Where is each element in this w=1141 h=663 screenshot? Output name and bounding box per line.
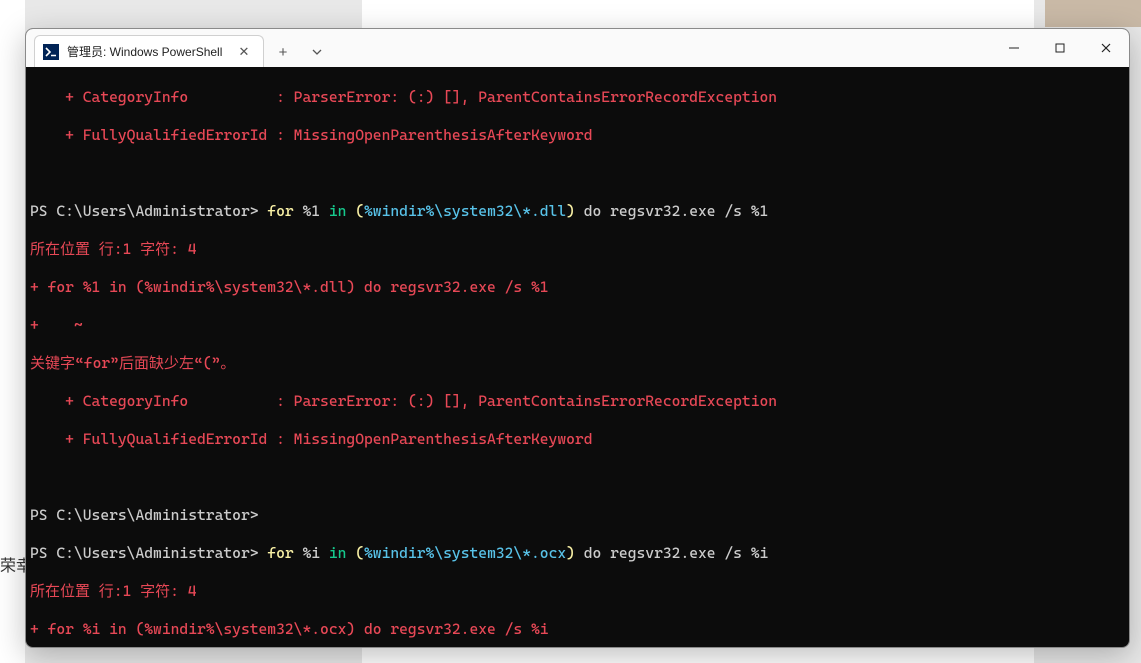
minimize-button[interactable] [991, 29, 1037, 67]
cmd-tail: do regsvr32.exe /s %i [575, 544, 768, 562]
background-right-stripe [1045, 0, 1141, 27]
close-button[interactable] [1083, 29, 1129, 67]
error-message: 关键字“for”后面缺少左“(”。 [30, 354, 235, 372]
paren-close: ) [566, 544, 575, 562]
op-in: in [329, 202, 355, 220]
path: %windir%\system32\*.dll [364, 202, 566, 220]
path: %windir%\system32\*.ocx [364, 544, 566, 562]
keyword-for: for [267, 544, 293, 562]
tab-powershell[interactable]: 管理员: Windows PowerShell ✕ [34, 35, 264, 67]
error-fqeid: + FullyQualifiedErrorId : MissingOpenPar… [30, 126, 593, 144]
titlebar: 管理员: Windows PowerShell ✕ + [26, 29, 1129, 67]
powershell-icon [43, 44, 59, 60]
blank-line [30, 164, 1125, 183]
error-echo: + for %i in (%windir%\system32\*.ocx) do… [30, 620, 549, 638]
error-category: + CategoryInfo : ParserError: (:) [], Pa… [30, 392, 777, 410]
error-echo: + for %1 in (%windir%\system32\*.dll) do… [30, 278, 549, 296]
keyword-for: for [267, 202, 293, 220]
paren-close: ) [566, 202, 575, 220]
error-fqeid: + FullyQualifiedErrorId : MissingOpenPar… [30, 430, 593, 448]
error-category: + CategoryInfo : ParserError: (:) [], Pa… [30, 88, 777, 106]
arg: %i [294, 544, 329, 562]
terminal-body[interactable]: + CategoryInfo : ParserError: (:) [], Pa… [26, 67, 1129, 647]
tab-dropdown-button[interactable] [302, 37, 332, 67]
op-in: in [329, 544, 355, 562]
blank-line [30, 468, 1125, 487]
prompt: PS C:\Users\Administrator> [30, 506, 259, 524]
prompt: PS C:\Users\Administrator> [30, 544, 259, 562]
tab-title: 管理员: Windows PowerShell [67, 43, 222, 60]
paren-open: ( [355, 544, 364, 562]
prompt: PS C:\Users\Administrator> [30, 202, 259, 220]
error-location: 所在位置 行:1 字符: 4 [30, 240, 197, 258]
tab-close-button[interactable]: ✕ [235, 43, 253, 61]
cmd-tail: do regsvr32.exe /s %1 [575, 202, 768, 220]
arg: %1 [294, 202, 329, 220]
window-controls [991, 29, 1129, 67]
new-tab-button[interactable]: + [268, 37, 298, 67]
powershell-window: 管理员: Windows PowerShell ✕ + + CategoryIn… [25, 28, 1130, 648]
paren-open: ( [355, 202, 364, 220]
error-location: 所在位置 行:1 字符: 4 [30, 582, 197, 600]
maximize-button[interactable] [1037, 29, 1083, 67]
error-marker: + ~ [30, 316, 83, 334]
